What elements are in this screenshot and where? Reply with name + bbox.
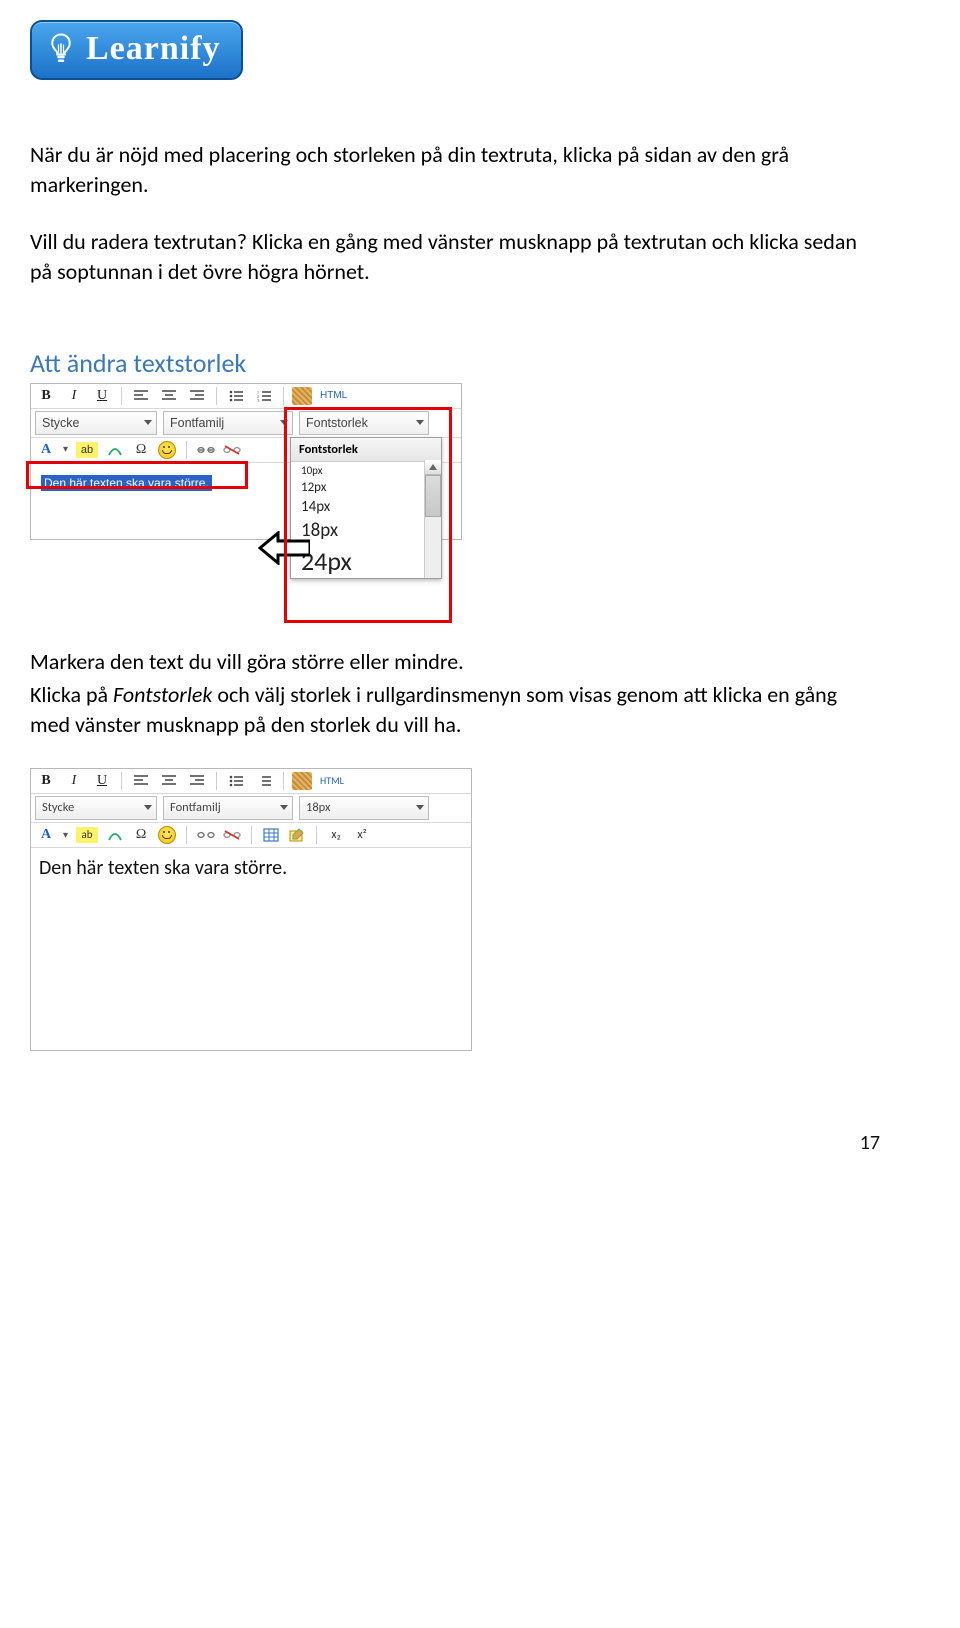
font-color-icon[interactable]: A bbox=[37, 827, 55, 843]
align-left-icon[interactable] bbox=[130, 771, 152, 791]
list-ul-icon[interactable] bbox=[225, 386, 247, 406]
editor2-content[interactable]: Den här texten ska vara större. bbox=[31, 848, 471, 1050]
link-icon[interactable] bbox=[197, 827, 215, 843]
omega-icon[interactable]: Ω bbox=[132, 442, 150, 458]
toolbar2-row-2: Stycke Fontfamilj 18px bbox=[31, 794, 471, 823]
caption-1: Markera den text du vill göra större ell… bbox=[30, 647, 880, 677]
toolbar-row-1: B I U 123 HTML bbox=[31, 384, 461, 409]
list-ol-icon[interactable] bbox=[253, 771, 275, 791]
toolbar-row-2: Stycke Fontfamilj Fontstorlek bbox=[31, 409, 461, 438]
fontsize-option-10[interactable]: 10px bbox=[291, 462, 441, 478]
style-dropdown[interactable]: Stycke bbox=[35, 796, 157, 820]
list-ol-icon[interactable]: 123 bbox=[253, 386, 275, 406]
panel-scrollbar[interactable] bbox=[424, 460, 441, 578]
clear-format-icon[interactable] bbox=[106, 827, 124, 843]
highlight-icon[interactable]: ab bbox=[76, 827, 98, 843]
bold-button[interactable]: B bbox=[35, 771, 57, 791]
bold-button[interactable]: B bbox=[35, 386, 57, 406]
fontsize-dropdown[interactable]: 18px bbox=[299, 796, 429, 820]
html-button[interactable]: HTML bbox=[318, 390, 349, 401]
table-icon[interactable] bbox=[262, 827, 280, 843]
link-icon[interactable] bbox=[197, 442, 215, 458]
clear-format-icon[interactable] bbox=[106, 442, 124, 458]
toolbar2-row-3: A ▾ ab Ω x₂ x² bbox=[31, 823, 471, 848]
lightbulb-icon bbox=[46, 32, 76, 66]
underline-button[interactable]: U bbox=[91, 771, 113, 791]
logo-badge: Learnify bbox=[30, 20, 243, 80]
fontsize-option-18[interactable]: 18px bbox=[291, 517, 441, 543]
italic-button[interactable]: I bbox=[63, 771, 85, 791]
editor-screenshot-1: B I U 123 HTML Stycke Fontfamilj Fontsto… bbox=[30, 383, 470, 629]
align-left-icon[interactable] bbox=[130, 386, 152, 406]
underline-button[interactable]: U bbox=[91, 386, 113, 406]
highlight-icon[interactable]: ab bbox=[76, 442, 98, 458]
selected-text: Den här texten ska vara större. bbox=[41, 475, 212, 491]
fontsize-option-14[interactable]: 14px bbox=[291, 496, 441, 517]
superscript-icon[interactable]: x² bbox=[353, 827, 371, 843]
font-color-icon[interactable]: A bbox=[37, 442, 55, 458]
subscript-icon[interactable]: x₂ bbox=[327, 827, 345, 843]
align-center-icon[interactable] bbox=[158, 386, 180, 406]
edit-icon[interactable] bbox=[288, 827, 306, 843]
style-dropdown[interactable]: Stycke bbox=[35, 411, 157, 435]
fontsize-option-12[interactable]: 12px bbox=[291, 478, 441, 496]
smiley-icon[interactable] bbox=[158, 826, 176, 844]
fontfamily-dropdown[interactable]: Fontfamilj bbox=[163, 796, 293, 820]
paragraph-2: Vill du radera textrutan? Klicka en gång… bbox=[30, 227, 880, 286]
html-button[interactable]: HTML bbox=[318, 774, 346, 787]
align-right-icon[interactable] bbox=[186, 386, 208, 406]
insert-image-icon[interactable] bbox=[292, 772, 312, 790]
svg-text:3: 3 bbox=[257, 398, 259, 402]
paragraph-1: När du är nöjd med placering och storlek… bbox=[30, 140, 880, 199]
unlink-icon[interactable] bbox=[223, 442, 241, 458]
list-ul-icon[interactable] bbox=[225, 771, 247, 791]
logo-text: Learnify bbox=[86, 30, 221, 68]
insert-image-icon[interactable] bbox=[292, 387, 312, 405]
section-heading: Att ändra textstorlek bbox=[30, 347, 880, 379]
caption-2: Klicka på Fontstorlek och välj storlek i… bbox=[30, 680, 880, 739]
fontsize-dropdown[interactable]: Fontstorlek bbox=[299, 411, 429, 435]
editor-screenshot-2: B I U HTML Stycke Fontfamilj 18px A ▾ ab… bbox=[30, 768, 472, 1051]
pointer-arrow-icon bbox=[258, 531, 310, 565]
fontsize-option-24[interactable]: 24px bbox=[291, 543, 441, 578]
fontsize-panel-header: Fontstorlek bbox=[291, 438, 441, 462]
omega-icon[interactable]: Ω bbox=[132, 827, 150, 843]
fontfamily-dropdown[interactable]: Fontfamilj bbox=[163, 411, 293, 435]
toolbar2-row-1: B I U HTML bbox=[31, 769, 471, 794]
italic-button[interactable]: I bbox=[63, 386, 85, 406]
fontsize-panel: Fontstorlek 10px 12px 14px 18px 24px bbox=[290, 437, 442, 579]
align-right-icon[interactable] bbox=[186, 771, 208, 791]
align-center-icon[interactable] bbox=[158, 771, 180, 791]
page-number: 17 bbox=[30, 1131, 880, 1155]
unlink-icon[interactable] bbox=[223, 827, 241, 843]
smiley-icon[interactable] bbox=[158, 441, 176, 459]
